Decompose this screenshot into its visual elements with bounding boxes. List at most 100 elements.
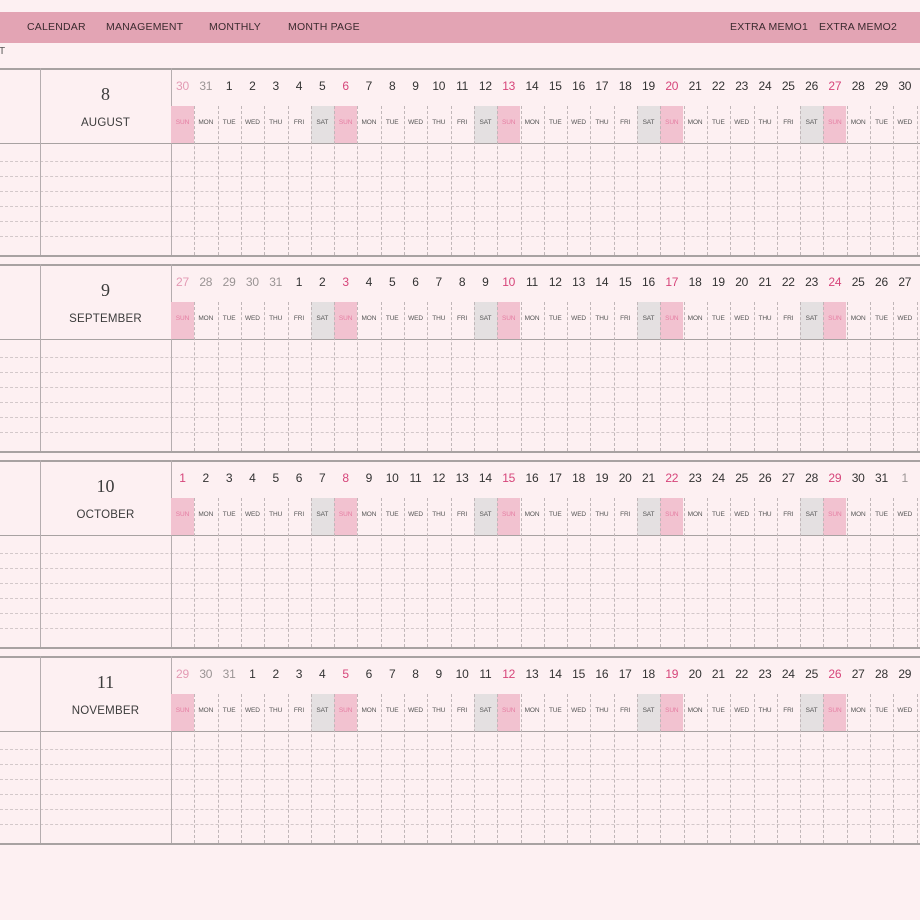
day-number: 2: [202, 471, 210, 485]
nav-calendar-link[interactable]: CALENDAR: [27, 12, 86, 43]
day-column-line: [893, 694, 895, 843]
weekday-label: MON: [524, 119, 540, 126]
day-column-line: [497, 302, 499, 451]
day-column-line: [753, 498, 755, 647]
weekday-label: FRI: [783, 707, 794, 714]
day-number: 3: [342, 275, 349, 289]
writing-line: [0, 613, 920, 614]
day-number: 19: [642, 79, 655, 93]
day-number: 23: [735, 79, 749, 93]
day-column-line: [380, 106, 382, 255]
day-number: 25: [735, 471, 749, 485]
month-block: 8 AUGUST 30 SUN 31 MON 1 TUE 2 WED 3 THU 4 FRI 5 SAT 6 SU…: [0, 68, 920, 258]
day-number: 3: [272, 79, 279, 93]
day-number: 24: [758, 79, 772, 93]
day-column-line: [823, 106, 825, 255]
day-number: 22: [781, 275, 795, 289]
day-column-line: [846, 694, 848, 843]
day-number: 8: [412, 667, 419, 681]
day-column-line: [613, 694, 615, 843]
day-number: 21: [711, 667, 725, 681]
day-column-line: [287, 498, 289, 647]
day-number: 22: [665, 471, 679, 485]
day-number: 31: [269, 275, 283, 289]
weekday-label: MON: [687, 707, 703, 714]
weekday-label: MON: [850, 511, 866, 518]
day-column-line: [800, 694, 802, 843]
day-number: 27: [898, 275, 912, 289]
weekday-label: TUE: [875, 315, 888, 322]
nav-month-page-link[interactable]: MONTH PAGE: [288, 12, 360, 43]
day-number: 16: [525, 471, 539, 485]
weekday-label: WED: [897, 707, 913, 714]
day-number: 1: [901, 471, 909, 485]
day-column-line: [264, 302, 266, 451]
month-number: 8: [101, 84, 110, 104]
day-column-line: [753, 302, 755, 451]
month-bottom-rule: [0, 647, 920, 649]
day-column-line: [217, 106, 219, 255]
weekday-label: THU: [269, 119, 283, 126]
month-top-rule: [0, 460, 920, 462]
weekday-label: WED: [897, 315, 913, 322]
weekday-label: SAT: [642, 707, 655, 714]
day-number: 30: [917, 667, 920, 681]
day-number: 22: [711, 79, 725, 93]
column-separator: [171, 264, 172, 451]
day-number: 29: [898, 667, 912, 681]
day-column-line: [916, 106, 918, 255]
day-column-line: [590, 694, 592, 843]
day-column-line: [520, 498, 522, 647]
weekday-label: WED: [244, 315, 260, 322]
day-column-line: [404, 694, 405, 843]
writing-line: [0, 824, 920, 825]
nav-management-link[interactable]: MANAGEMENT: [106, 12, 183, 43]
nav-extra-memo2-link[interactable]: EXTRA MEMO2: [819, 12, 897, 43]
writing-line: [0, 583, 920, 584]
weekday-label: FRI: [620, 511, 631, 518]
writing-line: [0, 161, 920, 162]
day-column-line: [846, 498, 848, 647]
weekday-label: SAT: [316, 315, 329, 322]
day-column-line: [800, 302, 802, 451]
weekday-label: TUE: [222, 707, 236, 714]
weekday-label: SAT: [479, 315, 492, 322]
writing-line: [0, 432, 920, 433]
day-number: 13: [572, 275, 586, 289]
day-number: 27: [781, 471, 795, 485]
day-number: 11: [525, 275, 539, 289]
weekday-label: SAT: [805, 315, 818, 322]
month-block: 10 OCTOBER 1 SUN 2 MON 3 TUE 4 WED 5 THU 6 FRI 7 SAT 8 SU…: [0, 460, 920, 650]
writing-line: [0, 553, 920, 554]
writing-line: [0, 809, 920, 810]
month-bottom-rule: [0, 843, 920, 845]
day-column-line: [543, 498, 545, 647]
day-column-line: [473, 694, 475, 843]
day-column-line: [240, 498, 242, 647]
day-number: 4: [295, 79, 303, 93]
day-number: 14: [478, 471, 492, 485]
day-column-line: [730, 302, 732, 451]
day-number: 30: [199, 667, 213, 681]
nav-extra-memo1-link[interactable]: EXTRA MEMO1: [730, 12, 808, 43]
weekday-label: THU: [432, 315, 446, 322]
day-number: 25: [781, 79, 795, 93]
day-number: 7: [319, 471, 326, 485]
month-bottom-rule: [0, 451, 920, 453]
day-number: 28: [199, 275, 213, 289]
day-column-line: [357, 694, 359, 843]
weekday-label: SUN: [828, 707, 842, 714]
day-number: 7: [388, 667, 396, 681]
weekday-label: TUE: [385, 315, 399, 322]
writing-line: [0, 794, 920, 795]
weekday-label: SUN: [828, 119, 842, 126]
day-number: 27: [176, 275, 189, 289]
nav-monthly-link[interactable]: MONTHLY: [209, 12, 261, 43]
weekday-label: THU: [917, 315, 920, 322]
weekday-label: SUN: [501, 119, 516, 126]
day-column-line: [590, 302, 592, 451]
day-number: 20: [688, 667, 702, 681]
day-column-line: [497, 498, 499, 647]
month-top-rule: [0, 264, 920, 266]
day-number: 4: [249, 471, 256, 485]
